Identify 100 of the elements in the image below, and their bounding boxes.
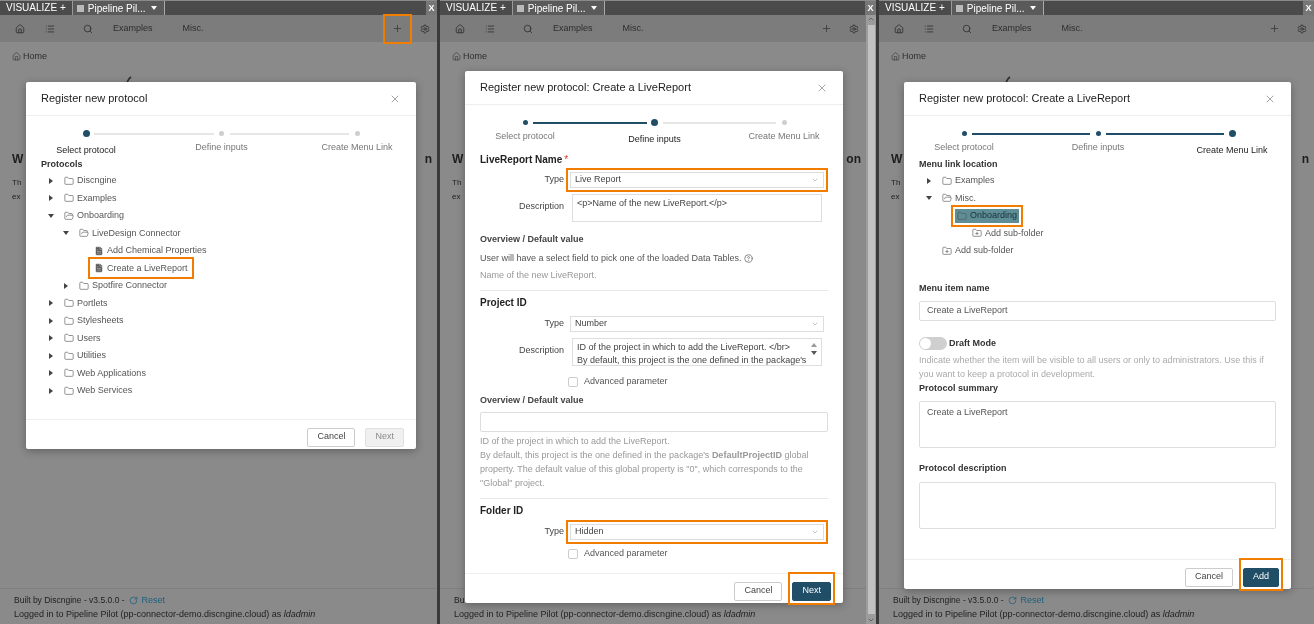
- caret-icon[interactable]: [63, 282, 69, 289]
- settings-icon[interactable]: [849, 23, 859, 34]
- tree-item[interactable]: Web Applications: [62, 366, 148, 381]
- tree-item[interactable]: LiveDesign Connector: [77, 226, 183, 241]
- folder-icon: [64, 193, 74, 204]
- tree-item[interactable]: Create a LiveReport: [92, 261, 190, 276]
- caret-icon[interactable]: [63, 230, 69, 237]
- caret-icon[interactable]: [48, 352, 54, 359]
- home-breadcrumb[interactable]: Home: [891, 50, 1299, 64]
- document-tab[interactable]: Pipeline Pil...: [512, 1, 605, 15]
- cancel-button[interactable]: Cancel: [1184, 567, 1233, 587]
- settings-icon[interactable]: [1297, 23, 1307, 34]
- checkbox[interactable]: [568, 548, 578, 559]
- list-icon[interactable]: [924, 23, 934, 34]
- tree-item[interactable]: Users: [62, 331, 103, 346]
- tree-item[interactable]: Utilities: [62, 348, 108, 363]
- home-icon: [891, 52, 900, 62]
- refresh-icon: [128, 595, 138, 605]
- primary-button[interactable]: Add: [1243, 567, 1279, 587]
- field-label: Protocol description: [919, 462, 1008, 475]
- caret-icon[interactable]: [926, 195, 932, 202]
- caret-icon[interactable]: [48, 300, 54, 307]
- select-field[interactable]: Hidden: [570, 523, 824, 540]
- settings-icon[interactable]: [420, 23, 430, 34]
- scroll-up-icon[interactable]: [867, 15, 875, 23]
- list-icon[interactable]: [485, 23, 495, 34]
- tree-item[interactable]: Portlets: [62, 296, 110, 311]
- caret-icon[interactable]: [48, 177, 54, 184]
- description-textarea[interactable]: ID of the project in which to add the LiveReport. </br> By default, this project is the one defined in the package's: [572, 337, 822, 366]
- login-text: Logged in to Pipeline Pilot (pp-connector-demo.discngine.cloud) as ldadmin: [14, 609, 316, 619]
- home-breadcrumb[interactable]: Home: [452, 50, 851, 64]
- textarea-line: <p>Name of the new LiveReport.</p>: [577, 197, 728, 210]
- tree-item[interactable]: Add sub-folder: [970, 226, 1046, 241]
- menu-item-name-input[interactable]: Create a LiveReport: [919, 301, 1276, 321]
- tree-item[interactable]: Examples: [940, 173, 997, 188]
- home-icon[interactable]: [455, 23, 465, 34]
- select-field[interactable]: Live Report: [570, 172, 824, 188]
- login-text: Logged in to Pipeline Pilot (pp-connector-demo.discngine.cloud) as ldadmin: [893, 609, 1195, 619]
- checkbox-label: Advanced parameter: [584, 546, 668, 560]
- search-icon[interactable]: [83, 23, 93, 34]
- tree-item[interactable]: Add Chemical Properties: [92, 243, 209, 258]
- step-label: Select protocol: [934, 141, 994, 153]
- caret-icon[interactable]: [48, 370, 54, 377]
- close-button[interactable]: X: [865, 1, 876, 15]
- document-tab[interactable]: Pipeline Pil...: [72, 1, 165, 15]
- tree-item[interactable]: Web Services: [62, 383, 135, 398]
- default-value-input[interactable]: [480, 411, 828, 432]
- close-button[interactable]: X: [1303, 1, 1314, 15]
- text-fragment: ex: [12, 190, 21, 203]
- caret-icon[interactable]: [48, 212, 54, 219]
- step-label: Create Menu Link: [748, 130, 820, 142]
- toggle-switch[interactable]: [919, 337, 947, 351]
- select-field[interactable]: Number: [570, 315, 824, 332]
- login-text: Logged in to Pipeline Pilot (pp-connector-demo.discngine.cloud) as ldadmin: [454, 609, 756, 619]
- dialog-title: Register new protocol: Create a LiveReport: [919, 91, 1130, 107]
- search-icon[interactable]: [523, 23, 533, 34]
- checkbox-label: Advanced parameter: [584, 374, 668, 388]
- caret-icon[interactable]: [926, 177, 932, 184]
- tree-item[interactable]: Discngine: [62, 173, 119, 188]
- tree-item[interactable]: Onboarding: [955, 208, 1020, 223]
- close-button[interactable]: X: [426, 1, 437, 15]
- tree-item[interactable]: Misc.: [940, 191, 978, 206]
- cancel-button[interactable]: Cancel: [307, 427, 356, 447]
- text-fragment: Th: [452, 176, 462, 189]
- tree-item[interactable]: Stylesheets: [62, 313, 126, 328]
- caret-icon[interactable]: [48, 335, 54, 342]
- help-icon[interactable]: [744, 254, 754, 264]
- folder-icon: [64, 350, 74, 361]
- list-icon[interactable]: [45, 23, 55, 34]
- folder-icon: [64, 175, 74, 186]
- search-icon[interactable]: [962, 23, 972, 34]
- document-tab[interactable]: Pipeline Pil...: [951, 1, 1044, 15]
- textarea-line: By default, this project is the one defined in the package's: [577, 353, 807, 365]
- add-folder-icon: [942, 245, 952, 256]
- home-icon[interactable]: [15, 23, 25, 34]
- section-title: LiveReport Name: [480, 152, 563, 167]
- tree-item[interactable]: Examples: [62, 191, 119, 206]
- help-text: Indicate whether the item will be visible to all users or only to administrators. Use this if you want to keep a protocol in development.: [919, 353, 1265, 381]
- tree-item[interactable]: Add sub-folder: [940, 243, 1016, 258]
- textarea-field[interactable]: [919, 481, 1276, 529]
- folder-icon: [64, 333, 74, 344]
- textarea-field[interactable]: Create a LiveReport: [919, 401, 1276, 448]
- home-icon[interactable]: [894, 23, 904, 34]
- home-breadcrumb[interactable]: Home: [12, 50, 422, 64]
- scrollbar[interactable]: [866, 15, 876, 624]
- field-label: Description: [517, 343, 564, 357]
- caret-icon[interactable]: [48, 195, 54, 202]
- caret-icon[interactable]: [48, 387, 54, 394]
- cancel-button[interactable]: Cancel: [734, 581, 783, 601]
- description-textarea[interactable]: <p>Name of the new LiveReport.</p>: [572, 194, 822, 222]
- document-icon: [94, 263, 104, 274]
- caret-icon[interactable]: [48, 317, 54, 324]
- scroll-down-icon[interactable]: [867, 616, 875, 624]
- primary-button[interactable]: Next: [792, 581, 831, 601]
- tree-item[interactable]: Onboarding: [62, 208, 127, 223]
- footer-text: Built by Discngine - v3.5.0.0 -: [14, 594, 125, 607]
- document-icon: [516, 4, 524, 12]
- field-label: Menu item name: [919, 281, 991, 295]
- checkbox[interactable]: [568, 376, 578, 387]
- tree-item[interactable]: Spotfire Connector: [77, 278, 170, 293]
